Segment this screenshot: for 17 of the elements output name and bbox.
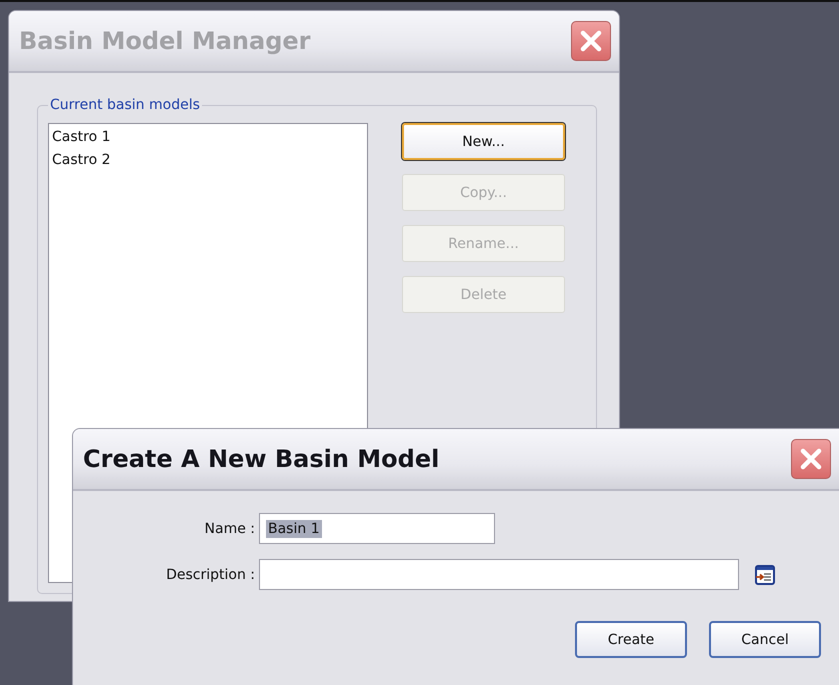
close-icon <box>579 29 603 53</box>
list-item[interactable]: Castro 1 <box>52 126 364 149</box>
dialog-button[interactable]: Cancel <box>709 621 821 658</box>
list-icon[interactable] <box>755 564 775 584</box>
field-label: Name : <box>204 520 255 536</box>
field-label: Description : <box>165 566 255 582</box>
close-button[interactable] <box>571 21 611 61</box>
dialog-button[interactable]: Create <box>575 621 687 658</box>
input-field[interactable] <box>259 559 739 590</box>
window-title: Basin Model Manager <box>19 27 311 55</box>
field-value: Basin 1 <box>266 520 322 538</box>
action-button[interactable]: New... <box>402 123 565 160</box>
close-icon <box>799 447 823 471</box>
list-item[interactable]: Castro 2 <box>52 149 364 172</box>
close-button[interactable] <box>791 439 831 479</box>
input-field[interactable]: Basin 1 <box>259 513 495 544</box>
group-label: Current basin models <box>49 97 201 113</box>
